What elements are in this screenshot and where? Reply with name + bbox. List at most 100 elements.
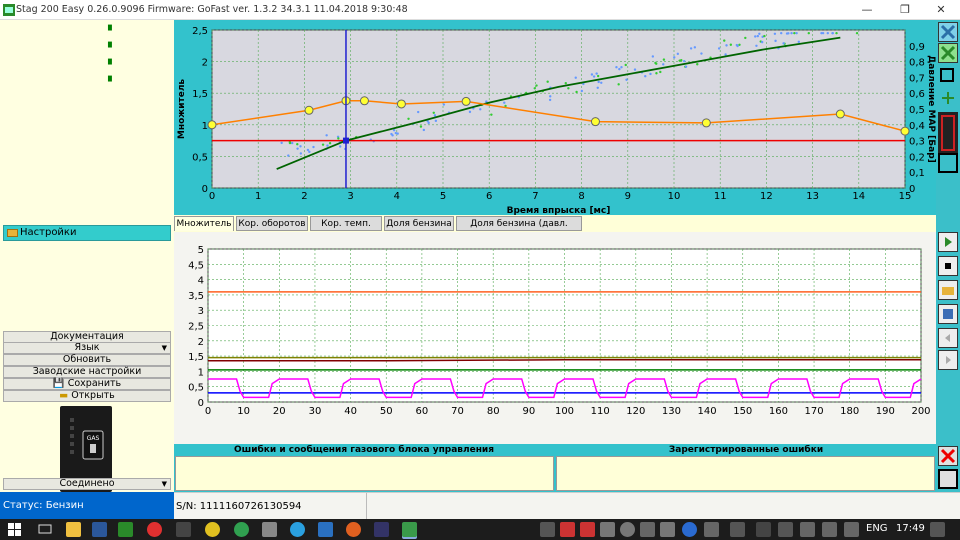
- sample-dot: [652, 55, 654, 57]
- windows-start-icon[interactable]: [8, 523, 21, 536]
- tab-rpm-correction[interactable]: Кор. оборотов: [236, 216, 308, 231]
- sample-dot: [790, 32, 792, 34]
- ecu-errors-list[interactable]: [175, 456, 554, 491]
- tray-icon-9[interactable]: [730, 522, 745, 537]
- opera-icon[interactable]: [147, 522, 162, 537]
- chrome-icon[interactable]: [205, 522, 220, 537]
- restore-button[interactable]: ❐: [890, 2, 920, 18]
- app-icon-5[interactable]: [346, 522, 361, 537]
- y-tick-label: 1: [198, 367, 204, 378]
- open-folder-icon[interactable]: [938, 280, 958, 300]
- y2-tick-label: 0,7: [909, 73, 925, 84]
- tray-icon-10[interactable]: [778, 522, 793, 537]
- tab-petrol-share-gas-pressure[interactable]: Доля бензина (давл. газа): [456, 216, 582, 231]
- window-title: Stag 200 Easy 0.26.0.9096 Firmware: GoFa…: [16, 4, 408, 15]
- right-toolbar: [936, 20, 960, 492]
- multiplier-chart[interactable]: 0 1 2 3 4 5 6 7 8 9 10 11 12 13 14 1500,511,522,500,10,…: [174, 20, 936, 215]
- sample-dot: [597, 75, 599, 77]
- clear-icon[interactable]: [938, 469, 958, 489]
- language-select[interactable]: Язык ▼: [3, 342, 171, 354]
- x-tick-label: 3: [347, 191, 353, 202]
- sample-dot: [822, 32, 824, 34]
- sample-dot: [808, 32, 810, 34]
- adjust-icon[interactable]: [938, 88, 958, 108]
- battery-icon[interactable]: [800, 522, 815, 537]
- reading-row: [4, 130, 172, 147]
- stag-app-icon[interactable]: [402, 522, 417, 537]
- tray-icon-5[interactable]: [620, 522, 635, 537]
- app-icon: [3, 4, 15, 16]
- app-icon-6[interactable]: [374, 522, 389, 537]
- open-button[interactable]: ▬ Открыть: [3, 390, 171, 402]
- sample-dot: [337, 137, 339, 139]
- app-icon-4[interactable]: [318, 522, 333, 537]
- tray-icon-7[interactable]: [660, 522, 675, 537]
- tray-icon-2[interactable]: [560, 522, 575, 537]
- injector-icon: ▘: [108, 26, 116, 37]
- sample-dot: [443, 103, 445, 105]
- sample-dot: [827, 32, 829, 34]
- minimize-button[interactable]: —: [852, 2, 882, 18]
- sample-dot: [593, 75, 595, 77]
- app-icon-3[interactable]: [262, 522, 277, 537]
- save-floppy-icon[interactable]: [938, 304, 958, 324]
- telegram-icon[interactable]: [290, 522, 305, 537]
- factory-settings-button[interactable]: Заводские настройки: [3, 366, 171, 378]
- explorer-icon[interactable]: [66, 522, 81, 537]
- map-point: [702, 119, 710, 127]
- app-icon-2[interactable]: [234, 522, 249, 537]
- play-icon[interactable]: [938, 232, 958, 252]
- close-x-icon[interactable]: [938, 22, 958, 42]
- excel-icon[interactable]: [118, 522, 133, 537]
- stop-icon[interactable]: [938, 256, 958, 276]
- bluetooth-icon[interactable]: [756, 522, 771, 537]
- sample-dot: [673, 56, 675, 58]
- update-button[interactable]: Обновить: [3, 354, 171, 366]
- notifications-icon[interactable]: [930, 522, 945, 537]
- delete-errors-icon[interactable]: [938, 446, 958, 466]
- save-button[interactable]: 💾 Сохранить: [3, 378, 171, 390]
- sample-dot: [339, 145, 341, 147]
- sample-dot: [615, 66, 617, 68]
- connection-select[interactable]: Соединено ▼: [3, 478, 171, 490]
- prev-icon[interactable]: [938, 328, 958, 348]
- wifi-icon[interactable]: [822, 522, 837, 537]
- title-bar: Stag 200 Easy 0.26.0.9096 Firmware: GoFa…: [0, 0, 960, 20]
- sample-dot: [396, 132, 398, 134]
- tab-multiplier[interactable]: Множитель: [174, 216, 234, 231]
- tray-icon-1[interactable]: [540, 522, 555, 537]
- tab-petrol-share[interactable]: Доля бензина: [384, 216, 454, 231]
- sample-dot: [696, 63, 698, 65]
- clock[interactable]: 17:49: [896, 523, 925, 534]
- next-icon[interactable]: [938, 350, 958, 370]
- tray-icon-6[interactable]: [640, 522, 655, 537]
- tray-icon-8[interactable]: [704, 522, 719, 537]
- hp-icon[interactable]: [682, 522, 697, 537]
- close-button[interactable]: ✕: [926, 2, 956, 18]
- window-toggle-icon[interactable]: [938, 65, 958, 85]
- language-indicator[interactable]: ENG: [866, 523, 888, 534]
- tray-icon-4[interactable]: [600, 522, 615, 537]
- y-tick-label: 3: [198, 306, 204, 317]
- registered-errors-list[interactable]: [556, 456, 935, 491]
- reading-row: [4, 93, 172, 110]
- sample-dot: [549, 99, 551, 101]
- sample-dot: [296, 147, 298, 149]
- sample-dot: [634, 68, 636, 70]
- close-green-icon[interactable]: [938, 43, 958, 63]
- sample-dot: [575, 76, 577, 78]
- x-tick-label: 180: [840, 406, 859, 417]
- stop-square-icon[interactable]: [938, 153, 958, 173]
- sample-dot: [659, 71, 661, 73]
- settings-button[interactable]: Настройки: [3, 225, 171, 241]
- tray-icon-3[interactable]: [580, 522, 595, 537]
- task-view-icon[interactable]: [38, 522, 52, 536]
- app-icon-1[interactable]: [176, 522, 191, 537]
- divider: [366, 493, 367, 520]
- sample-dot: [291, 142, 293, 144]
- volume-icon[interactable]: [844, 522, 859, 537]
- x-tick-label: 130: [662, 406, 681, 417]
- sample-dot: [546, 81, 548, 83]
- tab-gas-temp-correction[interactable]: Кор. темп. газа: [310, 216, 382, 231]
- word-icon[interactable]: [92, 522, 107, 537]
